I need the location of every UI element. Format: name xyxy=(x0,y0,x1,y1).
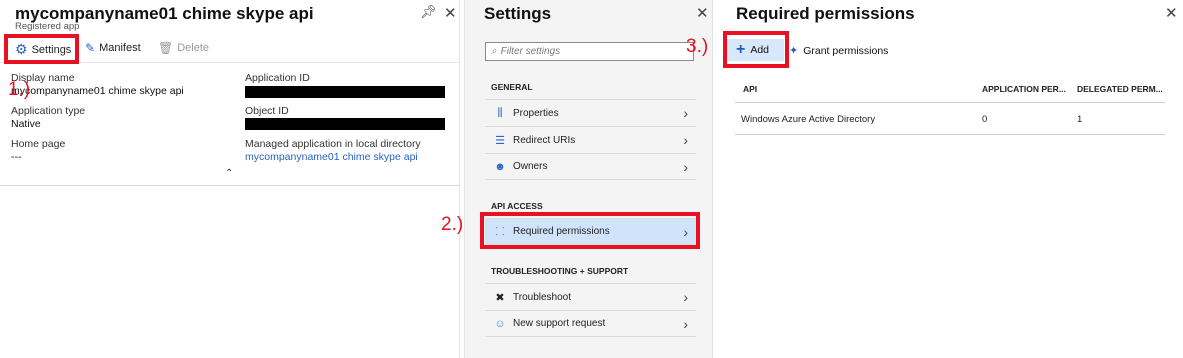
permissions-title: Required permissions xyxy=(736,4,915,23)
pin-icon[interactable]: 📌︎ xyxy=(420,4,437,20)
highlight-required-permissions xyxy=(480,212,700,249)
section-divider xyxy=(0,185,460,186)
blade-subtitle: Registered app xyxy=(15,21,80,32)
managed-app-label: Managed application in local directory xyxy=(245,138,421,150)
column-header-delegated[interactable]: DELEGATED PERM... xyxy=(1077,84,1163,94)
home-page-value: --- xyxy=(11,151,22,163)
settings-blade: Settings ✕ ⌕ Filter settings GENERAL ⫼ P… xyxy=(464,0,713,358)
highlight-settings xyxy=(4,34,79,64)
filter-settings-placeholder: Filter settings xyxy=(500,46,561,57)
settings-close-icon[interactable]: ✕ xyxy=(696,4,709,22)
menu-item-label: Redirect URIs xyxy=(513,134,576,146)
display-name-value: mycompanyname01 chime skype api xyxy=(11,85,184,97)
table-row-divider xyxy=(735,134,1165,135)
sliders-icon: ⫼ xyxy=(497,106,503,119)
object-id-label: Object ID xyxy=(245,105,289,117)
collapse-chevron-icon[interactable]: ⌃ xyxy=(225,168,233,179)
trash-icon: 🗑︎ xyxy=(158,41,174,55)
highlight-add xyxy=(723,31,789,68)
tools-icon: ✖ xyxy=(495,291,505,304)
menu-item-owners[interactable]: ☻ Owners › xyxy=(485,153,696,180)
menu-item-label: New support request xyxy=(513,318,606,329)
users-icon: ☻ xyxy=(494,160,506,173)
manifest-button[interactable]: ✎ Manifest xyxy=(85,41,141,55)
application-type-value: Native xyxy=(11,118,41,130)
grant-permissions-button[interactable]: ✦ Grant permissions xyxy=(789,44,889,58)
pencil-icon: ✎ xyxy=(85,41,96,55)
menu-item-new-support-request[interactable]: ☺ New support request › xyxy=(485,310,696,337)
group-general: GENERAL xyxy=(491,82,533,92)
search-icon: ⌕ xyxy=(491,46,497,57)
chevron-right-icon: › xyxy=(683,316,688,332)
home-page-label: Home page xyxy=(11,138,66,150)
step-2-label: 2.) xyxy=(441,214,464,235)
menu-item-label: Owners xyxy=(513,161,548,172)
menu-item-label: Properties xyxy=(513,107,559,119)
chevron-right-icon: › xyxy=(683,289,688,305)
cell-api: Windows Azure Active Directory xyxy=(741,114,876,125)
menu-item-redirect-uris[interactable]: ☰ Redirect URIs › xyxy=(485,126,696,153)
chevron-right-icon: › xyxy=(683,105,688,121)
chevron-right-icon: › xyxy=(683,159,688,175)
settings-title: Settings xyxy=(484,4,552,23)
chevron-right-icon: › xyxy=(683,132,688,148)
column-header-application[interactable]: APPLICATION PER... xyxy=(982,84,1066,94)
delete-button[interactable]: 🗑︎ Delete xyxy=(158,41,209,55)
managed-app-link[interactable]: mycompanyname01 chime skype api xyxy=(245,151,418,163)
menu-item-properties[interactable]: ⫼ Properties › xyxy=(485,99,696,126)
cell-application: 0 xyxy=(982,114,988,125)
delete-button-label: Delete xyxy=(177,42,210,54)
manifest-button-label: Manifest xyxy=(99,42,141,54)
menu-item-label: Troubleshoot xyxy=(513,291,571,303)
column-header-api[interactable]: API xyxy=(743,84,757,94)
group-api-access: API ACCESS xyxy=(491,201,543,211)
application-id-label: Application ID xyxy=(245,72,310,84)
cell-delegated: 1 xyxy=(1077,114,1083,125)
application-id-redacted xyxy=(245,86,445,98)
table-header-divider xyxy=(735,102,1165,103)
step-3-label: 3.) xyxy=(686,36,709,57)
grant-icon: ✦ xyxy=(789,45,799,57)
group-troubleshooting: TROUBLESHOOTING + SUPPORT xyxy=(491,266,629,276)
application-type-label: Application type xyxy=(11,105,86,117)
list-icon: ☰ xyxy=(495,134,505,147)
step-1-label: 1.) xyxy=(8,79,31,100)
filter-settings-input[interactable]: ⌕ Filter settings xyxy=(485,42,694,61)
permissions-close-icon[interactable]: ✕ xyxy=(1165,4,1178,22)
menu-item-troubleshoot[interactable]: ✖ Troubleshoot › xyxy=(485,283,696,310)
grant-permissions-label: Grant permissions xyxy=(803,44,889,57)
close-icon[interactable]: ✕ xyxy=(444,4,457,22)
support-person-icon: ☺ xyxy=(494,317,506,330)
object-id-redacted xyxy=(245,118,445,130)
